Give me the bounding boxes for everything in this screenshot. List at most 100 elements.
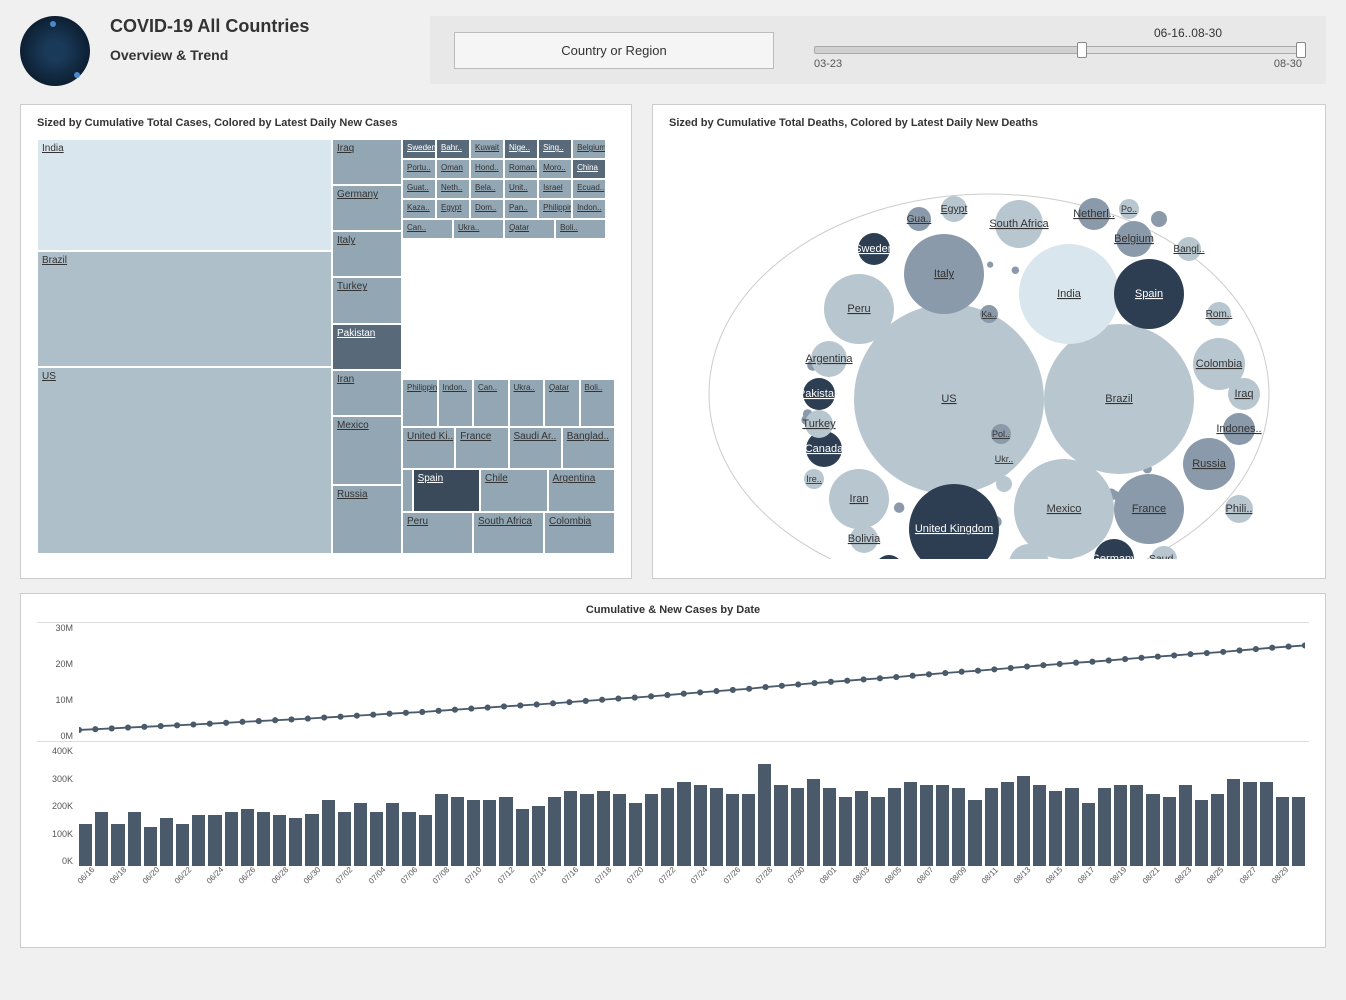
bar[interactable]: [128, 812, 141, 866]
bar[interactable]: [758, 764, 771, 866]
treemap-cell[interactable]: [612, 209, 614, 219]
treemap-cell[interactable]: [612, 359, 614, 369]
treemap-cell[interactable]: Philippin..: [402, 379, 438, 427]
bubble-node[interactable]: [909, 484, 999, 559]
bar[interactable]: [1292, 797, 1305, 866]
treemap-cell[interactable]: Ukra..: [509, 379, 545, 427]
treemap-cell[interactable]: Neth..: [436, 179, 470, 199]
bar[interactable]: [1082, 803, 1095, 866]
bar[interactable]: [888, 788, 901, 866]
treemap-cell[interactable]: France: [455, 427, 508, 469]
bar[interactable]: [1163, 797, 1176, 866]
bar[interactable]: [742, 794, 755, 866]
treemap-cell[interactable]: Spain: [413, 469, 480, 511]
bar[interactable]: [273, 815, 286, 866]
bubble-node[interactable]: [996, 476, 1012, 492]
treemap-cell[interactable]: Oman: [436, 159, 470, 179]
bar[interactable]: [1065, 788, 1078, 866]
bar[interactable]: [354, 803, 367, 866]
treemap-cell[interactable]: Turkey: [332, 277, 402, 323]
treemap-cell[interactable]: Germany: [332, 185, 402, 231]
bar[interactable]: [1211, 794, 1224, 866]
bar[interactable]: [1017, 776, 1030, 866]
bar[interactable]: [952, 788, 965, 866]
bar[interactable]: [176, 824, 189, 866]
treemap-cell[interactable]: Belgium: [572, 139, 606, 159]
bar-chart-area[interactable]: 400K300K200K100K0K: [37, 746, 1309, 866]
bar[interactable]: [597, 791, 610, 866]
treemap-cell[interactable]: [612, 189, 614, 199]
treemap-cell[interactable]: Qatar: [544, 379, 580, 427]
treemap-cell[interactable]: [612, 149, 614, 159]
treemap-cell[interactable]: Mexico: [332, 416, 402, 485]
bar[interactable]: [402, 812, 415, 866]
bar[interactable]: [904, 782, 917, 866]
bubble-node[interactable]: [1151, 211, 1167, 227]
bar[interactable]: [1227, 779, 1240, 866]
treemap-cell[interactable]: United Ki..: [402, 427, 455, 469]
slider-handle-end[interactable]: [1296, 42, 1306, 58]
treemap-cell[interactable]: Kuwait: [470, 139, 504, 159]
treemap-cell[interactable]: [612, 229, 614, 239]
bar[interactable]: [548, 797, 561, 866]
treemap-cell[interactable]: Kaza..: [402, 199, 436, 219]
slider-selected-range[interactable]: [1082, 47, 1301, 53]
treemap-cell[interactable]: Nige..: [504, 139, 538, 159]
treemap-cell[interactable]: [612, 299, 614, 309]
bar[interactable]: [1114, 785, 1127, 866]
treemap-cell[interactable]: Iraq: [332, 139, 402, 185]
treemap-cell[interactable]: [612, 339, 614, 349]
bar[interactable]: [1146, 794, 1159, 866]
treemap-cell[interactable]: South Africa: [473, 512, 544, 554]
bar[interactable]: [322, 800, 335, 866]
treemap-cell[interactable]: Sweden: [402, 139, 436, 159]
treemap-cell[interactable]: Banglad..: [562, 427, 615, 469]
treemap-cell[interactable]: [612, 159, 614, 169]
bar[interactable]: [791, 788, 804, 866]
bar[interactable]: [1276, 797, 1289, 866]
treemap-cell[interactable]: Unit..: [504, 179, 538, 199]
treemap-cell[interactable]: [612, 269, 614, 279]
bar[interactable]: [241, 809, 254, 866]
bar[interactable]: [726, 794, 739, 866]
treemap-cell[interactable]: [612, 139, 614, 149]
treemap-cell[interactable]: [612, 329, 614, 339]
bar[interactable]: [823, 788, 836, 866]
treemap-cell[interactable]: Ukra..: [453, 219, 504, 239]
treemap-cell[interactable]: Ecuad..: [572, 179, 606, 199]
bar[interactable]: [95, 812, 108, 866]
bar[interactable]: [467, 800, 480, 866]
bar[interactable]: [774, 785, 787, 866]
bar[interactable]: [419, 815, 432, 866]
bar[interactable]: [257, 812, 270, 866]
treemap-cell[interactable]: Philippin..: [538, 199, 572, 219]
bar[interactable]: [807, 779, 820, 866]
treemap-cell[interactable]: [612, 169, 614, 179]
bar[interactable]: [192, 815, 205, 866]
treemap-cell[interactable]: Iran: [332, 370, 402, 416]
treemap-cell[interactable]: Pan..: [504, 199, 538, 219]
treemap-cell[interactable]: India: [37, 139, 332, 251]
treemap-cell[interactable]: [612, 289, 614, 299]
bar[interactable]: [564, 791, 577, 866]
date-range-slider[interactable]: 06-16..08-30 03-23 08-30: [814, 30, 1302, 70]
bar[interactable]: [386, 803, 399, 866]
bar[interactable]: [435, 794, 448, 866]
treemap-cell[interactable]: [612, 309, 614, 319]
treemap-cell[interactable]: Portu..: [402, 159, 436, 179]
treemap-cell[interactable]: Dom..: [470, 199, 504, 219]
treemap-cell[interactable]: Chile: [480, 469, 547, 511]
slider-track[interactable]: [814, 46, 1302, 54]
treemap-cell[interactable]: Bahr..: [436, 139, 470, 159]
bar[interactable]: [1130, 785, 1143, 866]
bubble-node[interactable]: [875, 555, 903, 559]
bar[interactable]: [499, 797, 512, 866]
bubble-chart[interactable]: USBrazilIndiaMexicoUnited KingdomItalyFr…: [669, 139, 1309, 559]
bar[interactable]: [370, 812, 383, 866]
treemap-cell[interactable]: US: [37, 367, 332, 554]
bar[interactable]: [1179, 785, 1192, 866]
slider-handle-start[interactable]: [1077, 42, 1087, 58]
treemap-cell[interactable]: Saudi Ar..: [509, 427, 562, 469]
bar[interactable]: [1195, 800, 1208, 866]
bar[interactable]: [483, 800, 496, 866]
